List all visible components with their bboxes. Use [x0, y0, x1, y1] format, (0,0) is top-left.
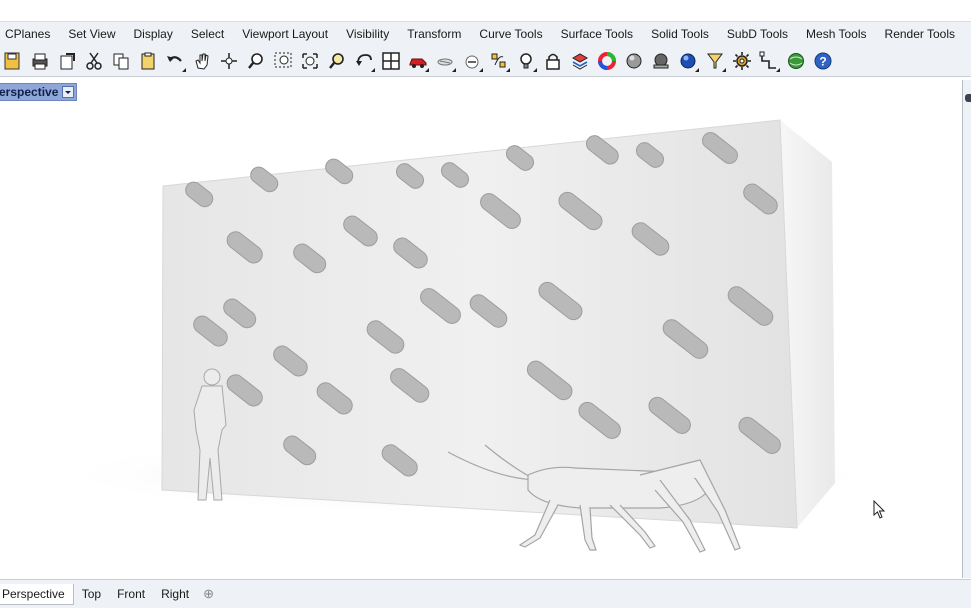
- print-icon[interactable]: [27, 48, 52, 74]
- move-view-icon[interactable]: [216, 48, 241, 74]
- pan-hand-icon[interactable]: [189, 48, 214, 74]
- rendered-sphere-icon[interactable]: [648, 48, 673, 74]
- globe-icon[interactable]: [783, 48, 808, 74]
- import-icon[interactable]: [54, 48, 79, 74]
- svg-text:?: ?: [819, 54, 826, 68]
- perspective-viewport[interactable]: Perspective: [0, 80, 963, 578]
- zoom-extents-icon[interactable]: [297, 48, 322, 74]
- tab-mesh-tools[interactable]: Mesh Tools: [797, 22, 875, 46]
- model-scene[interactable]: [0, 80, 962, 578]
- padlock-icon[interactable]: [540, 48, 565, 74]
- tab-transform[interactable]: Transform: [398, 22, 470, 46]
- color-wheel-icon[interactable]: [594, 48, 619, 74]
- lock-icon[interactable]: [459, 48, 484, 74]
- mouse-cursor-icon: [873, 500, 886, 519]
- tab-select[interactable]: Select: [182, 22, 233, 46]
- viewport-tabs-bar: Perspective Top Front Right ⊕: [0, 579, 971, 608]
- undo-icon[interactable]: [162, 48, 187, 74]
- add-viewport-icon[interactable]: ⊕: [197, 584, 220, 604]
- cut-icon[interactable]: [81, 48, 106, 74]
- copy-icon[interactable]: [108, 48, 133, 74]
- viewport-menu-dropdown-icon[interactable]: [62, 86, 75, 98]
- tab-solid-tools[interactable]: Solid Tools: [642, 22, 718, 46]
- standard-toolbar: ?: [0, 45, 971, 77]
- window-top-area: [0, 0, 971, 21]
- toolbar-tab-bar: CPlanes Set View Display Select Viewport…: [0, 21, 971, 47]
- viewport-layout-icon[interactable]: [378, 48, 403, 74]
- tab-set-view[interactable]: Set View: [59, 22, 124, 46]
- viewport-title[interactable]: Perspective: [0, 83, 78, 101]
- paste-icon[interactable]: [135, 48, 160, 74]
- shaded-sphere-icon[interactable]: [621, 48, 646, 74]
- rotate-view-icon[interactable]: [351, 48, 376, 74]
- tab-curve-tools[interactable]: Curve Tools: [470, 22, 551, 46]
- save-icon[interactable]: [0, 48, 25, 74]
- tab-display[interactable]: Display: [125, 22, 182, 46]
- viewport-title-label: Perspective: [0, 85, 59, 99]
- snap-icon[interactable]: [756, 48, 781, 74]
- zoom-icon[interactable]: [243, 48, 268, 74]
- viewport-tab-top[interactable]: Top: [74, 584, 109, 604]
- filter-icon[interactable]: [702, 48, 727, 74]
- zoom-selected-icon[interactable]: [324, 48, 349, 74]
- tab-surface-tools[interactable]: Surface Tools: [552, 22, 643, 46]
- hide-icon[interactable]: [432, 48, 457, 74]
- tab-subd-tools[interactable]: SubD Tools: [718, 22, 797, 46]
- settings-gear-icon[interactable]: [729, 48, 754, 74]
- tab-render-tools[interactable]: Render Tools: [876, 22, 965, 46]
- viewport-tab-front[interactable]: Front: [109, 584, 153, 604]
- light-bulb-icon[interactable]: [513, 48, 538, 74]
- points-icon[interactable]: [486, 48, 511, 74]
- car-icon[interactable]: [405, 48, 430, 74]
- viewport-tab-perspective[interactable]: Perspective: [0, 583, 74, 605]
- panel-handle-icon[interactable]: [965, 94, 971, 102]
- zoom-window-icon[interactable]: [270, 48, 295, 74]
- tab-viewport-layout[interactable]: Viewport Layout: [233, 22, 337, 46]
- right-panel-edge: [963, 80, 971, 578]
- help-icon[interactable]: ?: [810, 48, 835, 74]
- viewport-tab-right[interactable]: Right: [153, 584, 197, 604]
- tab-visibility[interactable]: Visibility: [337, 22, 398, 46]
- blue-sphere-icon[interactable]: [675, 48, 700, 74]
- layer-icon[interactable]: [567, 48, 592, 74]
- tab-cplanes[interactable]: CPlanes: [0, 22, 59, 46]
